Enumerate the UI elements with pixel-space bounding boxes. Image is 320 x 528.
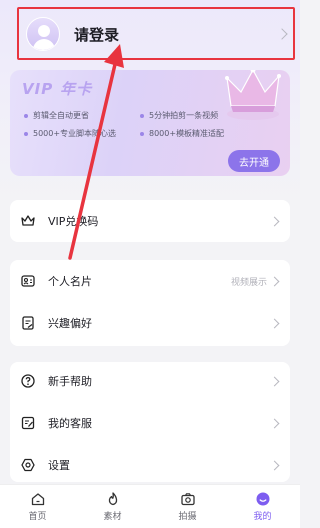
login-label: 请登录 [74,25,120,44]
menu-label: 个人名片 [48,275,92,288]
support-card: 新手帮助 我的客服 设置 [10,362,290,482]
chevron-right-icon [269,318,280,328]
vip-title-latin: VIP [22,80,54,98]
vip-open-button[interactable]: 去开通 [228,150,280,172]
menu-item-settings[interactable]: 设置 [10,446,290,484]
menu-item-vip-code[interactable]: VIP兑换码 [10,202,290,240]
vip-code-card: VIP兑换码 [10,200,290,242]
menu-item-newbie-help[interactable]: 新手帮助 [10,362,290,400]
tab-label: 拍摄 [178,512,197,522]
flame-icon [108,492,117,506]
tab-label: 素材 [103,512,122,522]
avatar[interactable] [26,17,60,51]
mine-icon [256,492,269,506]
chevron-right-icon [269,460,280,470]
menu-label: 我的客服 [48,417,92,430]
tab-label: 首页 [28,512,47,522]
vip-feature: 剪辑全自动更省 [24,110,89,121]
menu-label: VIP兑换码 [48,215,99,228]
chevron-right-icon [269,276,280,286]
id-card-icon [18,271,38,291]
menu-label: 设置 [48,459,70,472]
menu-label: 兴趣偏好 [48,317,92,330]
crown-outline-icon [18,211,38,231]
login-profile-row[interactable]: 请登录 [18,8,294,60]
home-icon [31,493,44,506]
tab-label: 我的 [253,512,272,522]
bottom-nav: 首页 素材 拍摄 我的 [0,484,300,528]
vip-title: VIP 年卡 [22,78,92,99]
vip-feature: 5000+专业脚本随心选 [24,128,116,139]
menu-item-customer-service[interactable]: 我的客服 [10,404,290,442]
vip-annual-card[interactable]: VIP 年卡 剪辑全自动更省 5分钟拍剪一条视频 5000+专业脚本随心选 80… [10,70,290,176]
menu-item-business-card[interactable]: 个人名片 视频展示 [10,262,290,300]
chevron-right-icon [269,216,280,226]
chevron-right-icon [276,28,288,40]
note-edit-icon [18,413,38,433]
chevron-right-icon [269,418,280,428]
tab-mine[interactable]: 我的 [225,485,300,528]
vip-feature: 5分钟拍剪一条视频 [140,110,218,121]
tab-home[interactable]: 首页 [0,485,75,528]
settings-hexagon-icon [18,455,38,475]
document-edit-icon [18,313,38,333]
menu-label: 新手帮助 [48,375,92,388]
tab-materials[interactable]: 素材 [75,485,150,528]
business-card-extra: 视频展示 [230,277,267,288]
camera-icon [180,493,195,506]
crown-icon [225,70,281,120]
vip-title-cn: 年卡 [60,80,93,98]
question-circle-icon [18,371,38,391]
tab-shoot[interactable]: 拍摄 [150,485,225,528]
menu-item-interests[interactable]: 兴趣偏好 [10,304,290,342]
profile-settings-card: 个人名片 视频展示 兴趣偏好 [10,260,290,346]
chevron-right-icon [269,376,280,386]
vip-feature: 8000+模板精准适配 [140,128,224,139]
